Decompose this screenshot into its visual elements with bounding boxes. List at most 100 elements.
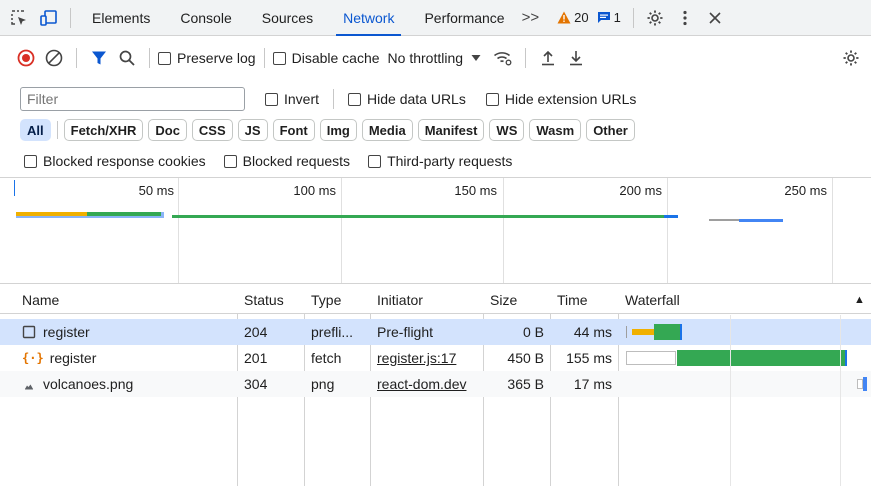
network-settings-button[interactable]: [837, 44, 865, 72]
tab-network[interactable]: Network: [328, 0, 409, 36]
checkbox-box[interactable]: [223, 154, 237, 168]
preserve-log-checkbox[interactable]: Preserve log: [158, 50, 256, 66]
sort-ascending-icon[interactable]: ▲: [846, 285, 871, 314]
overview-tick-label: 100 ms: [293, 183, 336, 198]
column-header-name[interactable]: Name: [15, 285, 237, 314]
request-name-cell: {·} register: [15, 345, 237, 371]
request-name-cell: volcanoes.png: [15, 371, 237, 397]
tab-performance[interactable]: Performance: [409, 0, 519, 36]
import-har-button[interactable]: [534, 44, 562, 72]
time-cell: 44 ms: [573, 324, 612, 340]
device-toolbar-icon[interactable]: [34, 0, 64, 36]
tab-label: Console: [180, 9, 232, 26]
table-row[interactable]: {·} register 201 fetch register.js:17 45…: [0, 345, 871, 371]
fetch-braces-icon: {·}: [22, 351, 44, 365]
column-header-type[interactable]: Type: [304, 285, 370, 314]
more-tabs-button[interactable]: >>: [520, 9, 550, 26]
close-devtools-icon[interactable]: [700, 0, 730, 36]
chip-css[interactable]: CSS: [191, 119, 233, 141]
tab-elements[interactable]: Elements: [77, 0, 165, 36]
throttling-select[interactable]: No throttling: [388, 50, 481, 66]
tab-sources[interactable]: Sources: [247, 0, 328, 36]
blocked-requests-checkbox[interactable]: Blocked requests: [223, 153, 350, 169]
export-har-button[interactable]: [562, 44, 590, 72]
overview-tick-label: 150 ms: [454, 183, 497, 198]
column-header-time[interactable]: Time: [550, 285, 618, 314]
warning-count: 20: [574, 10, 589, 25]
hide-extension-urls-checkbox[interactable]: Hide extension URLs: [485, 91, 637, 107]
filter-input[interactable]: [20, 87, 245, 111]
chip-other[interactable]: Other: [586, 119, 635, 141]
tab-separator: [70, 7, 71, 28]
tab-console[interactable]: Console: [165, 0, 246, 36]
network-conditions-button[interactable]: [489, 44, 517, 72]
message-count: 1: [613, 10, 621, 25]
request-name: volcanoes.png: [43, 376, 134, 392]
search-button[interactable]: [113, 44, 141, 72]
clear-button[interactable]: [40, 44, 68, 72]
record-icon: [17, 49, 35, 67]
waterfall-gridline: [730, 315, 731, 486]
inspect-element-icon[interactable]: [4, 0, 34, 36]
status-cell: 204: [244, 324, 268, 340]
image-file-icon: [25, 384, 33, 390]
checkbox-box[interactable]: [265, 92, 278, 106]
toolbar-separator: [76, 48, 77, 68]
size-cell: 0 B: [522, 324, 544, 340]
chip-ws[interactable]: WS: [489, 119, 525, 141]
initiator-link[interactable]: register.js:17: [370, 345, 483, 371]
invert-checkbox[interactable]: Invert: [265, 91, 319, 107]
checkbox-box[interactable]: [272, 51, 286, 65]
chip-media[interactable]: Media: [361, 119, 413, 141]
chip-all[interactable]: All: [20, 119, 51, 141]
checkbox-box[interactable]: [158, 51, 171, 65]
checkbox-box[interactable]: [24, 154, 37, 168]
time-cell: 17 ms: [573, 376, 612, 392]
toolbar-separator: [263, 48, 265, 68]
checkbox-box[interactable]: [485, 92, 499, 106]
hide-extension-urls-label: Hide extension URLs: [504, 91, 637, 107]
funnel-icon: [92, 51, 106, 65]
column-header-size[interactable]: Size: [483, 285, 550, 314]
waterfall-gridline: [840, 315, 841, 486]
gear-icon: [843, 50, 859, 66]
blocked-response-cookies-checkbox[interactable]: Blocked response cookies: [24, 153, 206, 169]
chip-manifest[interactable]: Manifest: [417, 119, 485, 141]
request-name-cell: register: [15, 319, 237, 345]
column-header-initiator[interactable]: Initiator: [370, 285, 483, 314]
waterfall-download: [677, 350, 845, 366]
table-row[interactable]: register 204 prefli... Pre-flight 0 B 44…: [0, 319, 871, 345]
messages-badge[interactable]: 1: [597, 10, 621, 25]
size-cell: 365 B: [507, 376, 544, 392]
chip-fetch-xhr[interactable]: Fetch/XHR: [63, 119, 144, 141]
settings-gear-icon[interactable]: [640, 0, 670, 36]
tab-separator: [632, 7, 634, 28]
preserve-log-label: Preserve log: [177, 50, 256, 66]
hide-data-urls-checkbox[interactable]: Hide data URLs: [348, 91, 466, 107]
overview-gridline: [341, 178, 342, 283]
chip-wasm[interactable]: Wasm: [529, 119, 582, 141]
size-cell: 450 B: [507, 350, 544, 366]
chip-font[interactable]: Font: [272, 119, 315, 141]
network-overview-timeline[interactable]: 50 ms 100 ms 150 ms 200 ms 250 ms: [0, 177, 871, 284]
column-header-status[interactable]: Status: [237, 285, 304, 314]
warnings-badge[interactable]: 20: [557, 10, 589, 25]
overview-gridline: [503, 178, 504, 283]
filter-toggle-button[interactable]: [85, 44, 113, 72]
disable-cache-checkbox[interactable]: Disable cache: [272, 50, 380, 66]
checkbox-box[interactable]: [368, 154, 382, 168]
chip-img[interactable]: Img: [319, 119, 357, 141]
chip-doc[interactable]: Doc: [148, 119, 187, 141]
third-party-requests-checkbox[interactable]: Third-party requests: [368, 153, 512, 169]
checkbox-box[interactable]: [348, 92, 362, 106]
overview-gridline: [667, 178, 668, 283]
table-row[interactable]: volcanoes.png 304 png react-dom.dev 365 …: [0, 371, 871, 397]
overview-bar-waiting: [16, 212, 87, 216]
kebab-menu-icon[interactable]: [670, 0, 700, 36]
overview-bar-download: [172, 215, 664, 218]
initiator-link[interactable]: react-dom.dev: [370, 371, 483, 397]
stop-recording-button[interactable]: [12, 44, 40, 72]
column-header-waterfall[interactable]: Waterfall: [618, 285, 838, 314]
overview-bar-gray: [709, 219, 739, 221]
chip-js[interactable]: JS: [237, 119, 268, 141]
